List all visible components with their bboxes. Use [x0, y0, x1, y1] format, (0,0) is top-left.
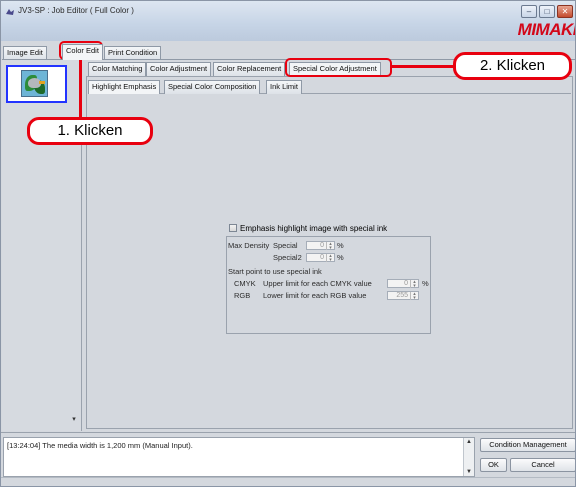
ok-button[interactable]: OK — [480, 458, 507, 472]
special2-spinner[interactable]: 0 ▴ ▾ — [306, 253, 335, 263]
cmyk-percent: % — [422, 279, 429, 288]
message-log[interactable]: [13:24:04] The media width is 1,200 mm (… — [3, 437, 475, 477]
spinner-arrows-icon[interactable]: ▴ ▾ — [410, 280, 418, 289]
log-scrollbar[interactable]: ▲ ▼ — [463, 438, 474, 476]
window-title: JV3-SP : Job Editor ( Full Color ) — [18, 6, 134, 15]
rgb-value: 255 — [396, 292, 408, 299]
tab-special-color-composition[interactable]: Special Color Composition — [164, 80, 261, 94]
job-thumbnail[interactable] — [6, 65, 67, 103]
maximize-button[interactable]: □ — [539, 5, 555, 18]
title-bar[interactable]: JV3-SP : Job Editor ( Full Color ) – □ ✕… — [1, 1, 576, 41]
tab-color-replacement[interactable]: Color Replacement — [213, 62, 286, 76]
tab-color-matching[interactable]: Color Matching — [88, 62, 147, 76]
special-spinner[interactable]: 0 ▴ ▾ — [306, 241, 335, 251]
thumbnail-image — [21, 70, 48, 97]
rgb-description: Lower limit for each RGB value — [263, 291, 367, 300]
status-bar — [1, 477, 575, 486]
special2-value: 0 — [320, 254, 324, 261]
special-percent: % — [337, 241, 344, 250]
max-density-label: Max Density — [228, 241, 270, 250]
callout-connector-1 — [79, 60, 82, 117]
tab-image-edit[interactable]: Image Edit — [3, 46, 47, 60]
spinner-arrows-icon[interactable]: ▴ ▾ — [326, 254, 334, 263]
highlight-box-special-color-adjustment — [285, 58, 392, 77]
emphasis-checkbox[interactable] — [229, 224, 237, 232]
app-icon — [6, 9, 14, 15]
tab-print-condition[interactable]: Print Condition — [104, 46, 162, 60]
condition-management-button[interactable]: Condition Management — [480, 438, 575, 452]
callout-connector-2 — [392, 65, 454, 68]
cmyk-value: 0 — [404, 280, 408, 287]
log-message: [13:24:04] The media width is 1,200 mm (… — [7, 441, 193, 450]
mimaki-logo: MIMAKI — [517, 20, 576, 39]
special2-percent: % — [337, 253, 344, 262]
scroll-down-icon[interactable]: ▼ — [464, 469, 474, 475]
special-label: Special — [273, 241, 298, 250]
callout-step-2: 2. Klicken — [453, 52, 572, 80]
rgb-label: RGB — [234, 291, 251, 300]
close-button[interactable]: ✕ — [557, 5, 573, 18]
special-value: 0 — [320, 242, 324, 249]
minimize-button[interactable]: – — [521, 5, 537, 18]
special2-label: Special2 — [273, 253, 302, 262]
emphasis-checkbox-label: Emphasis highlight image with special in… — [240, 224, 388, 233]
cmyk-spinner[interactable]: 0 ▴ ▾ — [387, 279, 419, 289]
spinner-arrows-icon[interactable]: ▴ ▾ — [410, 292, 418, 301]
tab-color-adjustment[interactable]: Color Adjustment — [146, 62, 212, 76]
cancel-button[interactable]: Cancel — [510, 458, 575, 472]
thumbnail-panel: ▾ — [2, 60, 82, 431]
spinner-arrows-icon[interactable]: ▴ ▾ — [326, 242, 334, 251]
tab-ink-limit[interactable]: Ink Limit — [266, 80, 302, 94]
callout-step-1: 1. Klicken — [27, 117, 153, 145]
rgb-spinner[interactable]: 255 ▴ ▾ — [387, 291, 419, 301]
tab-highlight-emphasis[interactable]: Highlight Emphasis — [88, 80, 161, 94]
cmyk-label: CMYK — [234, 279, 256, 288]
emphasis-checkbox-row[interactable]: Emphasis highlight image with special in… — [229, 224, 387, 233]
cmyk-description: Upper limit for each CMYK value — [263, 279, 372, 288]
start-point-label: Start point to use special ink — [228, 267, 322, 276]
scroll-down-icon[interactable]: ▾ — [68, 414, 80, 425]
scroll-up-icon[interactable]: ▲ — [464, 439, 474, 445]
tab-color-edit[interactable]: Color Edit — [62, 44, 103, 60]
